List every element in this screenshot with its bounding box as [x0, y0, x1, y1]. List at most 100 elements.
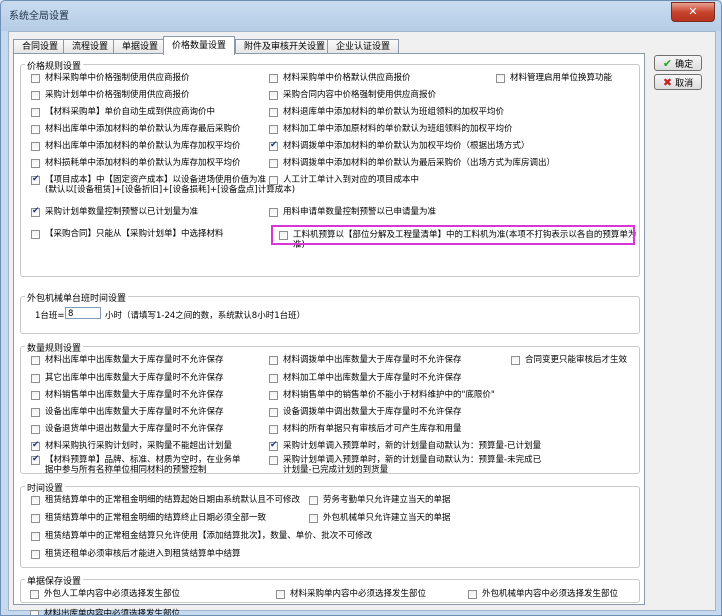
doc-save-option-0[interactable]: 外包人工单内容中必须选择发生部位: [30, 589, 180, 599]
checkbox[interactable]: [269, 374, 278, 383]
tab-attachment-approval[interactable]: 附件及审核开关设置: [235, 39, 335, 54]
checkbox[interactable]: [30, 590, 39, 599]
quantity-rules-option-13[interactable]: 【材料预算单】品牌、标准、材质为空时，在业务单 据中参与所有名称单位相同材料的预…: [31, 454, 241, 475]
checkbox[interactable]: [511, 356, 520, 365]
time-settings-group: 时间设置 租赁结算单中的正常租金明细的结算起始日期由系统默认且不可修改 劳务考勤单…: [20, 481, 640, 568]
price-rules-option-15[interactable]: 采购计划单数量控制预警以已计划量为准: [31, 206, 199, 217]
time-settings-option-1[interactable]: 劳务考勤单只允许建立当天的单据: [309, 495, 451, 505]
checkbox[interactable]: [31, 108, 40, 117]
price-rules-option-9[interactable]: 材料出库单中添加材料的单价默认为库存加权平均价: [31, 141, 241, 151]
checkbox-label: 材料销售单中的销售单价不能小于材料维护中的"底限价": [283, 390, 495, 400]
checkbox[interactable]: [309, 496, 318, 505]
checkbox[interactable]: [31, 374, 40, 383]
checkbox[interactable]: [31, 142, 40, 151]
checkbox[interactable]: [31, 514, 40, 523]
quantity-rules-option-14[interactable]: 采购计划单调入预算单时，新的计划量自动默认为：预算量-未完成已 计划量-已完成计…: [269, 455, 541, 475]
quantity-rules-option-1[interactable]: 材料调拨单中出库数量大于库存量时不允许保存: [269, 355, 462, 365]
checkbox[interactable]: [31, 356, 40, 365]
doc-save-option-3[interactable]: 材料出库单内容中必须选择发生部位: [30, 609, 180, 615]
doc-save-option-2[interactable]: 外包机械单内容中必须选择发生部位: [468, 589, 618, 599]
checkbox[interactable]: [269, 440, 278, 451]
checkbox[interactable]: [31, 440, 40, 451]
quantity-rules-option-10[interactable]: 材料的所有单据只有审核后才可产生库存和用量: [269, 424, 462, 434]
checkbox[interactable]: [31, 230, 40, 239]
close-button[interactable]: ✕: [671, 2, 715, 22]
quantity-rules-option-0[interactable]: 材料出库单中出库数量大于库存量时不允许保存: [31, 355, 224, 365]
doc-save-option-1[interactable]: 材料采购单内容中必须选择发生部位: [276, 589, 426, 599]
time-settings-option-0[interactable]: 租赁结算单中的正常租金明细的结算起始日期由系统默认且不可修改: [31, 495, 300, 505]
price-rules-option-1[interactable]: 材料采购单中价格默认供应商报价: [269, 73, 411, 83]
price-rules-option-4[interactable]: 采购合同内容中价格强制使用供应商报价: [269, 90, 436, 100]
checkbox[interactable]: [31, 159, 40, 168]
checkbox[interactable]: [496, 74, 505, 83]
checkbox[interactable]: [31, 532, 40, 541]
price-rules-option-10[interactable]: 材料调拨单中添加材料的单价默认为加权平均价（根据出场方式）: [269, 140, 530, 151]
checkbox-label: 租赁还租单必须审核后才能进入到租赁结算单中结算: [45, 549, 241, 559]
checkbox[interactable]: [269, 91, 278, 100]
checkbox[interactable]: [269, 408, 278, 417]
price-rules-option-2[interactable]: 材料管理启用单位换算功能: [496, 73, 612, 83]
price-rules-option-14[interactable]: 人工计工单计入到对应的项目成本中: [269, 175, 419, 185]
checkbox[interactable]: [269, 391, 278, 400]
checkbox[interactable]: [269, 356, 278, 365]
quantity-rules-option-11[interactable]: 材料采购执行采购计划时，采购量不能超出计划量: [31, 440, 232, 451]
checkbox[interactable]: [31, 408, 40, 417]
tab-workflow[interactable]: 流程设置: [63, 39, 118, 54]
checkbox[interactable]: [31, 550, 40, 559]
checkbox[interactable]: [269, 108, 278, 117]
tab-enterprise-cert[interactable]: 企业认证设置: [327, 39, 400, 54]
tab-document[interactable]: 单据设置: [113, 39, 168, 54]
checkbox[interactable]: [269, 208, 278, 217]
price-rules-option-12[interactable]: 材料调拨单中添加材料的单价默认为最后采购价（出场方式为库房调出）: [269, 158, 555, 168]
price-rules-option-6[interactable]: 材料退库单中添加材料的单价默认为班组领料的加权平均价: [269, 107, 504, 117]
checkbox[interactable]: [269, 176, 278, 185]
checkbox[interactable]: [269, 125, 278, 134]
tab-price-quantity[interactable]: 价格数量设置: [163, 36, 236, 55]
quantity-rules-option-6[interactable]: 材料销售单中的销售单价不能小于材料维护中的"底限价": [269, 390, 495, 400]
tab-contract[interactable]: 合同设置: [13, 39, 68, 54]
price-rules-option-0[interactable]: 材料采购单中价格强制使用供应商报价: [31, 73, 190, 83]
checkbox[interactable]: [269, 425, 278, 434]
checkbox[interactable]: [269, 140, 278, 151]
checkbox[interactable]: [31, 454, 40, 465]
checkbox[interactable]: [269, 74, 278, 83]
price-rules-option-8[interactable]: 材料加工单中添加原材料的单价默认为班组领料的加权平均价: [269, 124, 513, 134]
price-rules-option-11[interactable]: 材料损耗单中添加材料的单价默认为库存加权平均价: [31, 158, 241, 168]
quantity-rules-option-12[interactable]: 采购计划单调入预算单时，新的计划量自动默认为：预算量-已计划量: [269, 440, 541, 451]
time-settings-option-4[interactable]: 租赁结算单中的正常租金结算只允许使用【添加结算批次】，数量、单价、批次不可修改: [31, 531, 372, 541]
checkbox[interactable]: [31, 74, 40, 83]
price-rules-option-3[interactable]: 采购计划单中价格强制使用供应商报价: [31, 90, 190, 100]
price-rules-option-7[interactable]: 材料出库单中添加材料的单价默认为库存最后采购价: [31, 124, 241, 134]
ok-button[interactable]: ✔ 确定: [654, 55, 702, 71]
checkbox[interactable]: [31, 206, 40, 217]
checkbox[interactable]: [31, 425, 40, 434]
time-settings-option-2[interactable]: 租赁结算单中的正常租金明细的结算终止日期必须全部一致: [31, 513, 266, 523]
checkbox[interactable]: [269, 456, 278, 465]
quantity-rules-option-8[interactable]: 设备调拨单中调出数量大于库存量时不允许保存: [269, 407, 462, 417]
time-settings-option-5[interactable]: 租赁还租单必须审核后才能进入到租赁结算单中结算: [31, 549, 241, 559]
quantity-rules-option-9[interactable]: 设备退货单中退出数量大于库存量时不允许保存: [31, 424, 224, 434]
checkbox[interactable]: [31, 174, 40, 185]
checkbox[interactable]: [468, 590, 477, 599]
checkbox[interactable]: [31, 391, 40, 400]
checkbox[interactable]: [269, 159, 278, 168]
checkbox[interactable]: [309, 514, 318, 523]
checkbox[interactable]: [31, 496, 40, 505]
price-rules-option-13[interactable]: 【项目成本】中【固定资产成本】以设备进场使用价值为准 (默认以[设备租赁]+[设…: [31, 174, 295, 195]
quantity-rules-option-5[interactable]: 材料销售单中出库数量大于库存量时不允许保存: [31, 390, 224, 400]
checkbox[interactable]: [31, 125, 40, 134]
checkbox-label: 采购计划单数量控制预警以已计划量为准: [45, 207, 199, 217]
price-rules-option-16[interactable]: 用料申请单数量控制预警以已申请量为准: [269, 207, 436, 217]
price-rules-option-5[interactable]: 【材料采购单】单价自动生成到供应商询价中: [31, 107, 215, 117]
cancel-button[interactable]: ✖ 取消: [654, 74, 702, 90]
checkbox[interactable]: [31, 91, 40, 100]
quantity-rules-option-3[interactable]: 其它出库单中出库数量大于库存量时不允许保存: [31, 373, 224, 383]
checkbox[interactable]: [30, 610, 39, 615]
quantity-rules-option-7[interactable]: 设备出库单中出库数量大于库存量时不允许保存: [31, 407, 224, 417]
checkbox[interactable]: [276, 590, 285, 599]
shift-hours-input[interactable]: 8: [65, 307, 101, 319]
price-rules-option-17[interactable]: 【采购合同】只能从【采购计划单】中选择材料: [31, 229, 224, 239]
quantity-rules-option-2[interactable]: 合同变更只能审核后才生效: [511, 355, 627, 365]
quantity-rules-option-4[interactable]: 材料加工单中出库数量大于库存量时不允许保存: [269, 373, 462, 383]
time-settings-option-3[interactable]: 外包机械单只允许建立当天的单据: [309, 513, 451, 523]
